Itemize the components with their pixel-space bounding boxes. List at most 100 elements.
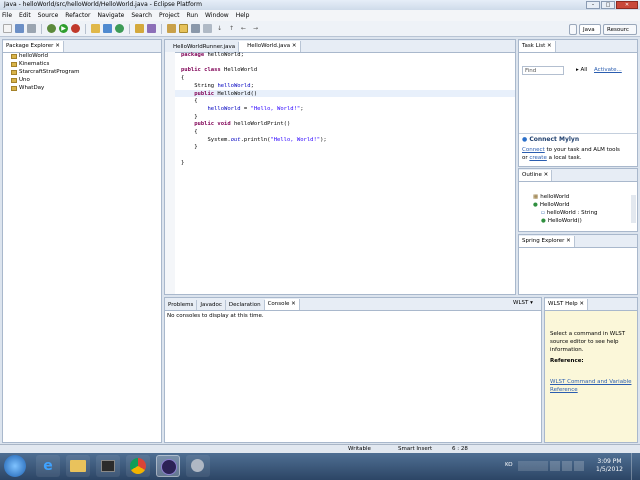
outline-tabs: Outline ✕ bbox=[519, 169, 637, 182]
back-icon[interactable]: ← bbox=[239, 24, 248, 33]
open-perspective-button[interactable] bbox=[569, 24, 577, 35]
start-button[interactable] bbox=[4, 455, 26, 477]
menu-help[interactable]: Help bbox=[236, 12, 250, 19]
project-icon bbox=[11, 77, 17, 83]
tree-item-whatday[interactable]: WhatDay bbox=[11, 84, 79, 92]
wlst-button[interactable]: WLST ▾ bbox=[513, 300, 533, 306]
tab-package-explorer[interactable]: Package Explorer ✕ bbox=[3, 41, 64, 52]
tab-task-list[interactable]: Task List ✕ bbox=[519, 41, 556, 52]
mylyn-text-1: to your task and ALM tools bbox=[544, 147, 620, 153]
print-icon[interactable] bbox=[27, 24, 36, 33]
task-activate-label[interactable]: Activate... bbox=[594, 67, 622, 73]
tab-declaration[interactable]: Declaration bbox=[226, 300, 265, 310]
task-find-input[interactable]: Find bbox=[522, 66, 564, 75]
menu-run[interactable]: Run bbox=[187, 12, 199, 19]
task-filter-all[interactable]: ▸ All bbox=[576, 67, 587, 73]
code-text: helloWorld; bbox=[204, 52, 244, 58]
media-player-icon[interactable] bbox=[96, 455, 120, 477]
connect-link[interactable]: Connect bbox=[522, 147, 545, 153]
block-selection-icon[interactable] bbox=[203, 24, 212, 33]
outline-item-constructor[interactable]: ● HelloWorld() bbox=[533, 217, 598, 225]
minimize-button[interactable]: – bbox=[586, 1, 600, 9]
tab-helloworld[interactable]: HelloWorld.java ✕ bbox=[239, 41, 301, 52]
menu-window[interactable]: Window bbox=[205, 12, 229, 19]
maximize-button[interactable]: □ bbox=[601, 1, 615, 9]
menu-navigate[interactable]: Navigate bbox=[97, 12, 124, 19]
wlst-label: WLST bbox=[513, 300, 529, 306]
tree-item-helloworld[interactable]: helloWorld bbox=[11, 52, 79, 60]
tab-javadoc[interactable]: Javadoc bbox=[197, 300, 226, 310]
close-button[interactable]: ✕ bbox=[616, 1, 638, 9]
new-package-icon[interactable] bbox=[103, 24, 112, 33]
new-icon[interactable] bbox=[3, 24, 12, 33]
tree-item-uno[interactable]: Uno bbox=[11, 76, 79, 84]
external-tools-icon[interactable] bbox=[71, 24, 80, 33]
menu-bar: File Edit Source Refactor Navigate Searc… bbox=[0, 10, 640, 21]
new-java-project-icon[interactable] bbox=[91, 24, 100, 33]
clock[interactable]: 3:09 PM 1/5/2012 bbox=[596, 458, 623, 474]
editor-tab-label: HelloWorld.java bbox=[247, 43, 291, 49]
spring-explorer-panel: Spring Explorer ✕ bbox=[518, 234, 638, 295]
eclipse-taskbar-icon[interactable] bbox=[156, 455, 180, 477]
language-indicator[interactable]: KO bbox=[505, 462, 513, 468]
tab-console[interactable]: Console ✕ bbox=[264, 299, 300, 310]
code-text: System. bbox=[207, 136, 231, 143]
windows-taskbar: e KO 3:09 PM 1/5/2012 bbox=[0, 453, 640, 480]
search-icon[interactable] bbox=[147, 24, 156, 33]
code-area[interactable]: package helloWorld; public class HelloWo… bbox=[181, 52, 327, 168]
spring-explorer-tabs: Spring Explorer ✕ bbox=[519, 235, 637, 248]
show-desktop-button[interactable] bbox=[631, 453, 640, 480]
tab-problems[interactable]: Problems bbox=[165, 300, 198, 310]
forward-icon[interactable]: → bbox=[251, 24, 260, 33]
tab-label: Javadoc bbox=[200, 302, 222, 308]
outline-item-class[interactable]: ● HelloWorld bbox=[533, 201, 598, 209]
new-class-icon[interactable] bbox=[115, 24, 124, 33]
mylyn-text-2b: a local task. bbox=[546, 155, 582, 161]
tray-icons[interactable] bbox=[518, 461, 548, 471]
menu-edit[interactable]: Edit bbox=[19, 12, 31, 19]
network-icon[interactable] bbox=[562, 461, 572, 471]
tab-outline[interactable]: Outline ✕ bbox=[519, 170, 553, 181]
outline-item-field[interactable]: ▫ helloWorld : String bbox=[533, 209, 598, 217]
next-annotation-icon[interactable]: ↓ bbox=[215, 24, 224, 33]
outline-item-package[interactable]: ▦ helloWorld bbox=[533, 193, 598, 201]
package-tree: helloWorld Kinematics StarcraftStratProg… bbox=[11, 52, 79, 92]
outline-tree: ▦ helloWorld ● HelloWorld ▫ helloWorld : St… bbox=[533, 193, 598, 225]
mark-occurrences-icon[interactable] bbox=[167, 24, 176, 33]
tree-item-kinematics[interactable]: Kinematics bbox=[11, 60, 79, 68]
perspective-resource-button[interactable]: Resourc bbox=[603, 24, 637, 35]
open-type-icon[interactable] bbox=[135, 24, 144, 33]
menu-refactor[interactable]: Refactor bbox=[65, 12, 90, 19]
menu-search[interactable]: Search bbox=[131, 12, 152, 19]
tab-wlst-help[interactable]: WLST Help ✕ bbox=[545, 299, 588, 310]
file-explorer-icon[interactable] bbox=[66, 455, 90, 477]
tree-item-label: Uno bbox=[19, 77, 30, 83]
tab-spring-explorer[interactable]: Spring Explorer ✕ bbox=[519, 236, 575, 247]
show-whitespace-icon[interactable] bbox=[191, 24, 200, 33]
wlst-reference-link[interactable]: WLST Command and Variable Reference bbox=[550, 379, 631, 393]
task-activate-link[interactable]: Activate... bbox=[594, 67, 622, 73]
debug-icon[interactable] bbox=[47, 24, 56, 33]
menu-file[interactable]: File bbox=[2, 12, 12, 19]
menu-project[interactable]: Project bbox=[159, 12, 180, 19]
previous-annotation-icon[interactable]: ↑ bbox=[227, 24, 236, 33]
outline-title: Outline bbox=[522, 172, 542, 178]
outline-item-label: HelloWorld() bbox=[547, 218, 582, 224]
menu-source[interactable]: Source bbox=[38, 12, 59, 19]
chrome-icon[interactable] bbox=[126, 455, 150, 477]
outline-scrollbar[interactable] bbox=[631, 195, 636, 223]
perspective-java-button[interactable]: Java bbox=[579, 24, 601, 35]
flag-icon[interactable] bbox=[550, 461, 560, 471]
create-link[interactable]: create bbox=[529, 155, 546, 161]
folder-icon bbox=[70, 460, 86, 472]
chrome-logo-icon bbox=[130, 458, 146, 474]
run-icon[interactable]: ▶ bbox=[59, 24, 68, 33]
volume-icon[interactable] bbox=[574, 461, 584, 471]
code-field: helloWorld bbox=[207, 105, 241, 112]
internet-explorer-icon[interactable]: e bbox=[36, 455, 60, 477]
tab-helloworldrunner[interactable]: HelloWorldRunner.java bbox=[165, 42, 240, 52]
toggle-highlight-icon[interactable] bbox=[179, 24, 188, 33]
save-icon[interactable] bbox=[15, 24, 24, 33]
tools-icon[interactable] bbox=[186, 455, 210, 477]
tree-item-starcraft[interactable]: StarcraftStratProgram bbox=[11, 68, 79, 76]
